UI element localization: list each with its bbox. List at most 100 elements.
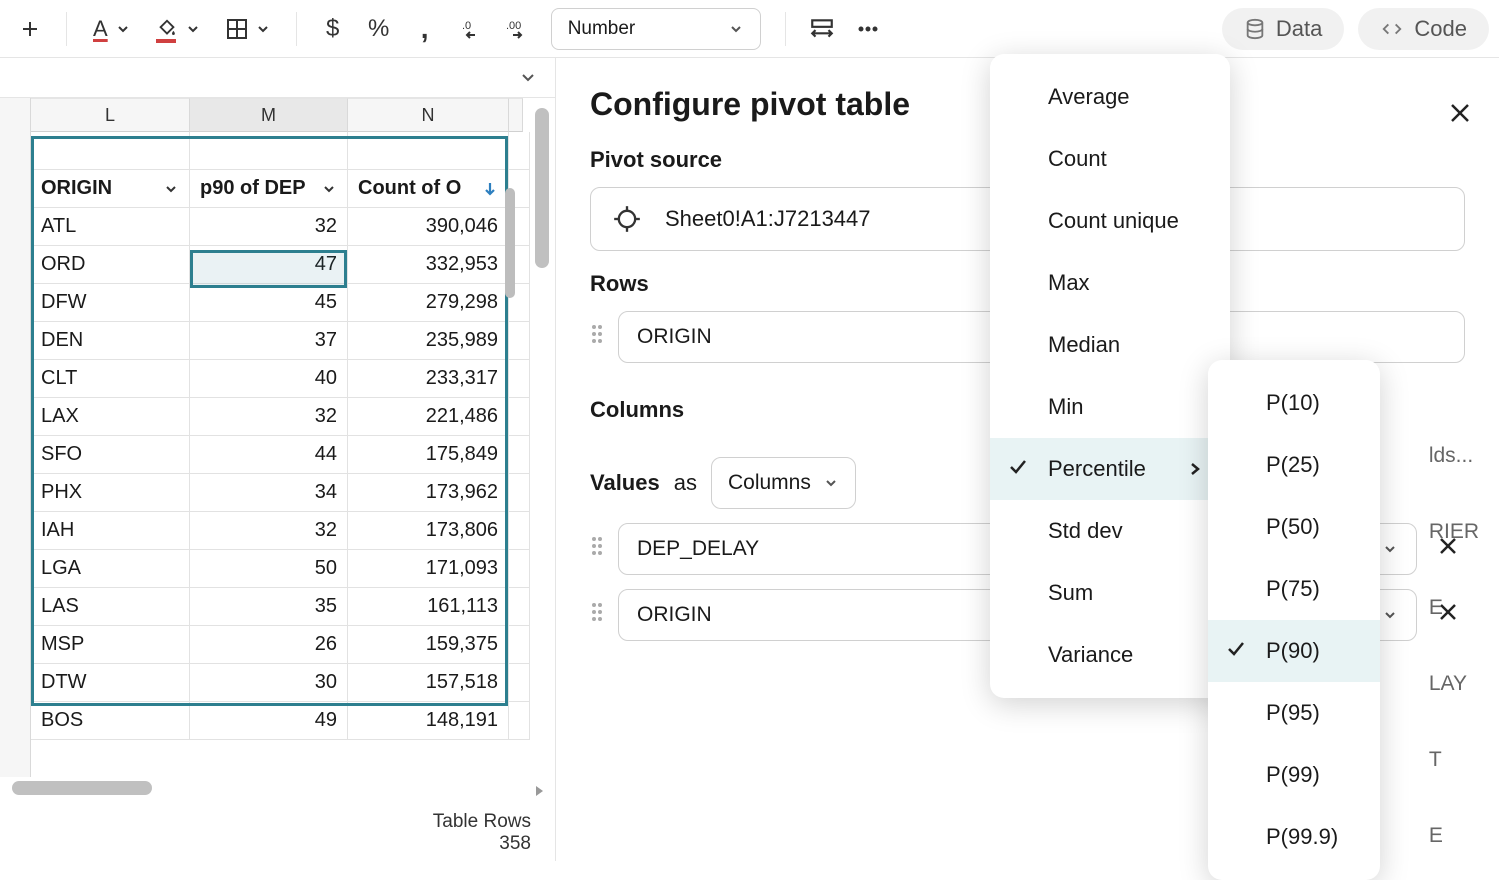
table-column-header[interactable]: Count of O [348, 170, 509, 208]
code-chip[interactable]: Code [1358, 8, 1489, 50]
cell[interactable] [509, 436, 530, 474]
cell[interactable]: 26 [190, 626, 348, 664]
currency-button[interactable]: $ [313, 9, 353, 49]
cell[interactable]: 390,046 [348, 208, 509, 246]
cell[interactable]: BOS [31, 702, 190, 740]
cell[interactable]: DEN [31, 322, 190, 360]
cell[interactable]: LAS [31, 588, 190, 626]
cell[interactable]: 49 [190, 702, 348, 740]
menu-item[interactable]: P(90) [1208, 620, 1380, 682]
text-color-button[interactable]: A [83, 9, 140, 49]
menu-item[interactable]: P(25) [1208, 434, 1380, 496]
menu-item[interactable]: Variance [990, 624, 1230, 686]
data-chip[interactable]: Data [1222, 8, 1344, 50]
drag-handle-icon[interactable] [590, 601, 604, 629]
cell[interactable]: 45 [190, 284, 348, 322]
percent-button[interactable]: % [359, 9, 399, 49]
menu-item[interactable]: Median [990, 314, 1230, 376]
field-list-item[interactable]: T [1429, 722, 1479, 798]
cell[interactable]: CLT [31, 360, 190, 398]
cell[interactable] [348, 132, 509, 170]
cell[interactable] [509, 626, 530, 664]
cell[interactable]: IAH [31, 512, 190, 550]
column-header[interactable]: M [190, 98, 348, 132]
number-format-select[interactable]: Number [551, 8, 761, 50]
cell[interactable] [509, 474, 530, 512]
table-column-header[interactable]: ORIGIN [31, 170, 190, 208]
cell[interactable]: DFW [31, 284, 190, 322]
menu-item[interactable]: P(99) [1208, 744, 1380, 806]
cell[interactable]: LAX [31, 398, 190, 436]
cell[interactable] [190, 132, 348, 170]
menu-item[interactable]: Min [990, 376, 1230, 438]
menu-item[interactable]: Max [990, 252, 1230, 314]
cell[interactable]: 221,486 [348, 398, 509, 436]
cell[interactable]: 235,989 [348, 322, 509, 360]
menu-item[interactable]: P(99.9) [1208, 806, 1380, 868]
table-scrollbar[interactable] [505, 188, 515, 298]
cell[interactable]: 50 [190, 550, 348, 588]
scroll-right-icon[interactable] [531, 783, 547, 799]
drag-handle-icon[interactable] [590, 323, 604, 351]
menu-item[interactable]: P(10) [1208, 372, 1380, 434]
menu-item[interactable]: P(75) [1208, 558, 1380, 620]
column-header[interactable]: N [348, 98, 509, 132]
menu-item[interactable]: Count [990, 128, 1230, 190]
comma-button[interactable]: , [405, 9, 445, 49]
decrease-decimal-button[interactable]: .0 [451, 9, 491, 49]
cell[interactable]: 30 [190, 664, 348, 702]
drag-handle-icon[interactable] [590, 535, 604, 563]
cell[interactable]: PHX [31, 474, 190, 512]
cell[interactable]: 47 [190, 246, 348, 284]
cell[interactable]: LGA [31, 550, 190, 588]
cell[interactable]: 171,093 [348, 550, 509, 588]
cell[interactable]: 32 [190, 512, 348, 550]
table-column-header[interactable]: p90 of DEP [190, 170, 348, 208]
increase-decimal-button[interactable]: .00 [497, 9, 537, 49]
vertical-scrollbar[interactable] [535, 108, 549, 268]
field-list-item[interactable]: lds... [1429, 418, 1479, 494]
chevron-down-icon[interactable] [321, 181, 337, 197]
cell[interactable] [509, 588, 530, 626]
cell[interactable]: 279,298 [348, 284, 509, 322]
chevron-down-icon[interactable] [163, 181, 179, 197]
cell[interactable]: 37 [190, 322, 348, 360]
cell[interactable]: 175,849 [348, 436, 509, 474]
field-list-item[interactable]: LAY [1429, 646, 1479, 722]
wrap-button[interactable] [802, 9, 842, 49]
chevron-down-icon[interactable] [519, 69, 537, 87]
menu-item[interactable]: P(95) [1208, 682, 1380, 744]
menu-item[interactable]: Average [990, 66, 1230, 128]
cell[interactable]: 173,962 [348, 474, 509, 512]
cell[interactable]: MSP [31, 626, 190, 664]
cell[interactable] [509, 398, 530, 436]
cell[interactable]: 173,806 [348, 512, 509, 550]
cell[interactable]: 32 [190, 208, 348, 246]
menu-item[interactable]: Sum [990, 562, 1230, 624]
sort-down-icon[interactable] [482, 181, 498, 197]
cell[interactable]: ORD [31, 246, 190, 284]
add-button[interactable] [10, 9, 50, 49]
cell[interactable]: 332,953 [348, 246, 509, 284]
cell[interactable] [509, 360, 530, 398]
menu-item[interactable]: Std dev [990, 500, 1230, 562]
cell[interactable]: 159,375 [348, 626, 509, 664]
field-list-item[interactable]: RIER [1429, 494, 1479, 570]
cell[interactable] [509, 512, 530, 550]
cell[interactable] [509, 322, 530, 360]
menu-item[interactable]: Count unique [990, 190, 1230, 252]
horizontal-scrollbar[interactable] [12, 781, 152, 795]
menu-item[interactable]: P(50) [1208, 496, 1380, 558]
cell[interactable]: ATL [31, 208, 190, 246]
cell[interactable]: SFO [31, 436, 190, 474]
cell[interactable]: 32 [190, 398, 348, 436]
cell[interactable]: 161,113 [348, 588, 509, 626]
cell[interactable]: 40 [190, 360, 348, 398]
cell[interactable]: 233,317 [348, 360, 509, 398]
cell[interactable] [509, 132, 530, 170]
menu-item[interactable]: Percentile [990, 438, 1230, 500]
cell[interactable] [509, 702, 530, 740]
cell[interactable]: 44 [190, 436, 348, 474]
field-list-item[interactable]: E [1429, 570, 1479, 646]
column-header[interactable] [509, 98, 523, 132]
